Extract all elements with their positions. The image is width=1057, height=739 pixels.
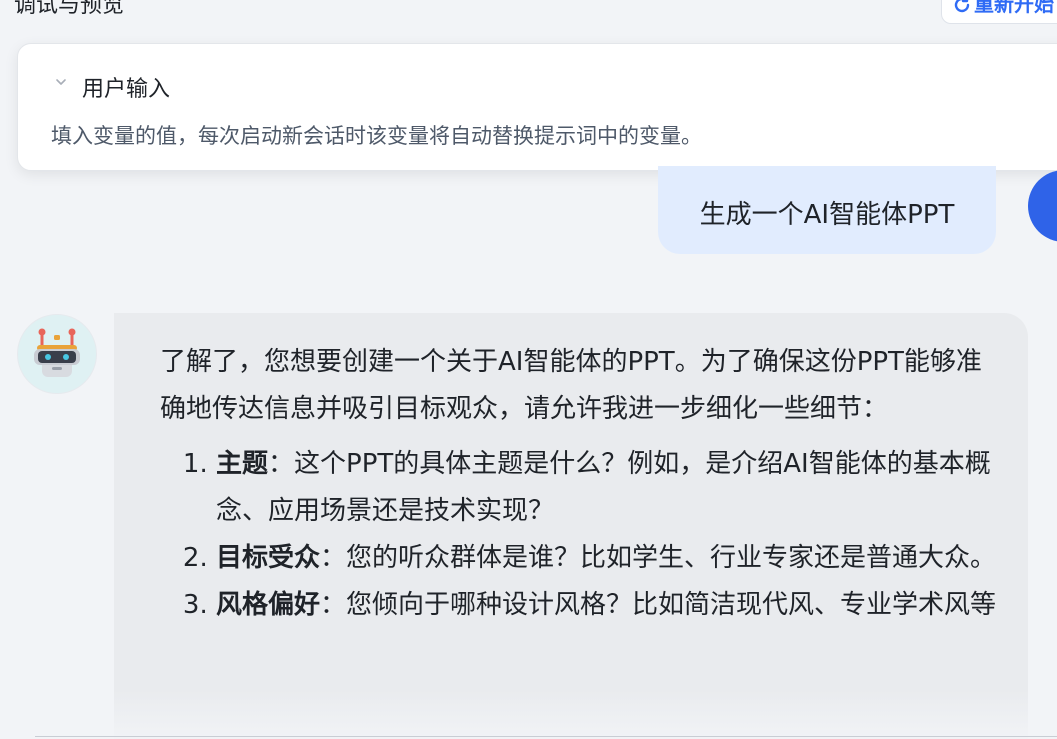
chevron-down-icon[interactable] <box>55 76 67 88</box>
list-item: 主题：这个PPT的具体主题是什么？例如，是介绍AI智能体的基本概念、应用场景还是… <box>216 441 998 535</box>
list-item-term: 主题 <box>216 449 269 479</box>
debug-preview-panel: 调试与预览 重新开始 用户输入 填入变量的值，每次启动新会话时该变量将自动替换提… <box>0 0 1057 739</box>
variables-card-title[interactable]: 用户输入 <box>82 71 170 103</box>
list-item-term: 风格偏好 <box>216 590 321 620</box>
user-message-text: 生成一个AI智能体PPT <box>699 199 955 230</box>
bot-question-list: 主题：这个PPT的具体主题是什么？例如，是介绍AI智能体的基本概念、应用场景还是… <box>160 441 998 629</box>
bot-avatar <box>17 314 97 394</box>
list-item-text: ：您的听众群体是谁？比如学生、行业专家还是普通大众。 <box>320 543 997 573</box>
user-message-bubble: 生成一个AI智能体PPT <box>658 166 996 254</box>
list-item: 风格偏好：您倾向于哪种设计风格？比如简洁现代风、专业学术风等 <box>216 582 998 629</box>
list-item: 目标受众：您的听众群体是谁？比如学生、行业专家还是普通大众。 <box>216 535 998 582</box>
restart-button-label: 重新开始 <box>974 0 1054 16</box>
restart-button[interactable]: 重新开始 <box>941 0 1057 24</box>
list-item-term: 目标受众 <box>216 543 321 573</box>
variables-card-description: 填入变量的值，每次启动新会话时该变量将自动替换提示词中的变量。 <box>51 124 702 148</box>
user-avatar <box>1028 170 1057 242</box>
bot-intro-text: 了解了，您想要创建一个关于AI智能体的PPT。为了确保这份PPT能够准确地传达信… <box>160 347 982 424</box>
refresh-icon <box>954 0 970 13</box>
robot-icon <box>34 328 80 377</box>
list-item-text: ：这个PPT的具体主题是什么？例如，是介绍AI智能体的基本概念、应用场景还是技术… <box>216 449 991 526</box>
divider <box>35 736 1057 737</box>
bot-message-bubble: 了解了，您想要创建一个关于AI智能体的PPT。为了确保这份PPT能够准确地传达信… <box>114 313 1028 739</box>
page-title: 调试与预览 <box>14 0 125 18</box>
list-item-text: ：您倾向于哪种设计风格？比如简洁现代风、专业学术风等 <box>320 590 997 620</box>
user-input-variables-card: 用户输入 填入变量的值，每次启动新会话时该变量将自动替换提示词中的变量。 <box>17 43 1057 171</box>
